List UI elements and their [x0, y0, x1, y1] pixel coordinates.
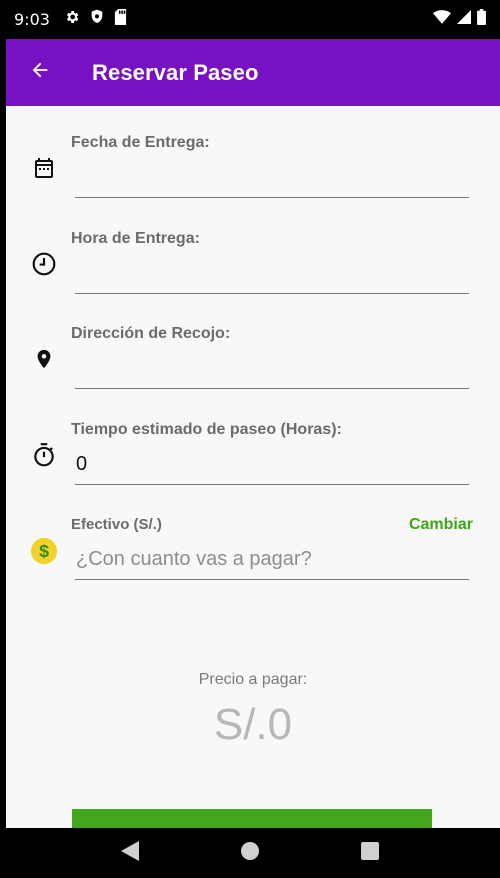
- status-bar: 9:03: [0, 0, 500, 39]
- location-pin-icon: [30, 345, 58, 373]
- price-value: S/.0: [213, 700, 293, 749]
- booking-form: Fecha de Entrega: Hora de Entrega: Direc…: [6, 106, 500, 828]
- nav-back-button[interactable]: [110, 833, 150, 873]
- system-nav-bar: [0, 828, 500, 878]
- arrow-left-icon: [29, 59, 51, 86]
- price-label: Precio a pagar:: [198, 671, 308, 688]
- calendar-icon: [30, 154, 58, 182]
- app-bar: Reservar Paseo: [6, 39, 500, 106]
- signal-icon: [457, 10, 471, 29]
- pickup-address-label: Dirección de Recojo:: [71, 325, 231, 342]
- svg-text:$: $: [39, 541, 49, 561]
- recents-square-icon: [361, 841, 379, 865]
- walk-time-label: Tiempo estimado de paseo (Horas):: [71, 421, 342, 438]
- stopwatch-icon: [30, 441, 58, 469]
- change-payment-link[interactable]: Cambiar: [409, 516, 473, 534]
- back-button[interactable]: [10, 39, 70, 106]
- nav-home-button[interactable]: [230, 833, 270, 873]
- screen: 9:03 Reservar Paseo Fecha de Entrega: Ho…: [0, 0, 500, 878]
- nav-recents-button[interactable]: [350, 833, 390, 873]
- home-circle-icon: [240, 841, 260, 866]
- delivery-time-input[interactable]: [75, 254, 469, 294]
- sd-card-icon: [114, 9, 127, 30]
- pickup-address-input[interactable]: [75, 349, 469, 389]
- reserve-button[interactable]: [72, 809, 432, 828]
- shield-icon: [90, 9, 104, 30]
- battery-icon: [477, 9, 486, 30]
- dollar-coin-icon: $: [30, 537, 58, 565]
- gear-icon: [64, 9, 80, 30]
- status-left-icons: [64, 9, 127, 30]
- payment-label: Efectivo (S/.): [71, 516, 162, 533]
- page-title: Reservar Paseo: [92, 59, 259, 85]
- wifi-icon: [433, 10, 451, 29]
- clock-icon: [30, 250, 58, 278]
- delivery-date-label: Fecha de Entrega:: [71, 134, 210, 151]
- walk-time-input[interactable]: [75, 445, 469, 485]
- delivery-date-input[interactable]: [75, 158, 469, 198]
- status-time: 9:03: [14, 10, 50, 29]
- delivery-time-label: Hora de Entrega:: [71, 230, 200, 247]
- status-right-icons: [433, 9, 486, 30]
- back-triangle-icon: [121, 840, 139, 866]
- payment-amount-input[interactable]: [75, 540, 469, 580]
